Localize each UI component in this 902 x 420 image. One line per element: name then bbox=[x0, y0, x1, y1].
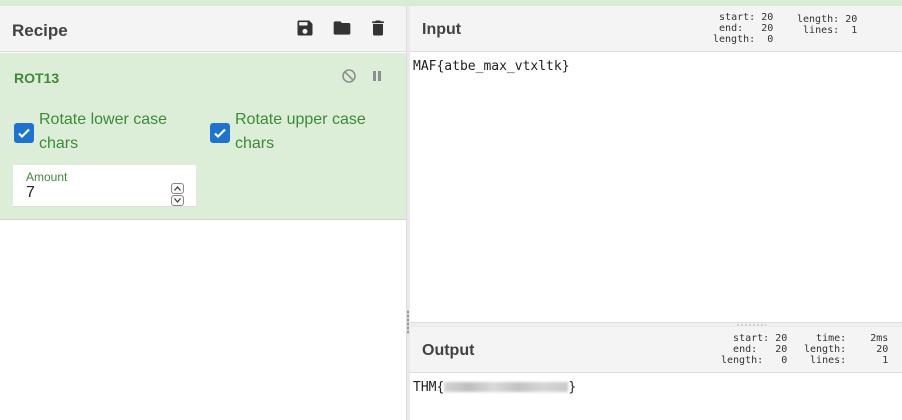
amount-label: Amount bbox=[26, 170, 68, 184]
rotate-lower-label[interactable]: Rotate lower case chars bbox=[39, 108, 189, 156]
input-header: Input start: 20 end: 20 length: 0 length… bbox=[410, 6, 902, 52]
rotate-lower-checkbox[interactable] bbox=[14, 123, 34, 143]
output-redacted-region bbox=[444, 382, 569, 392]
amount-increment-button[interactable] bbox=[171, 183, 184, 194]
input-end-value: 20 bbox=[761, 23, 774, 34]
output-length-stats: time: 2ms length: 20 lines: 1 bbox=[804, 333, 888, 366]
output-text[interactable]: THM{} bbox=[413, 380, 576, 395]
input-sel-length-value: 0 bbox=[767, 34, 774, 45]
amount-input[interactable] bbox=[26, 184, 166, 202]
output-end-label: end: bbox=[733, 344, 758, 355]
output-length-label: length: bbox=[804, 344, 847, 355]
output-title: Output bbox=[422, 342, 475, 359]
input-lines-value: 1 bbox=[851, 25, 858, 36]
rotate-upper-label[interactable]: Rotate upper case chars bbox=[235, 108, 385, 156]
output-start-value: 20 bbox=[775, 333, 788, 344]
disable-icon[interactable] bbox=[341, 68, 357, 84]
output-length-value: 20 bbox=[876, 344, 889, 355]
output-text-prefix: THM{ bbox=[413, 380, 445, 395]
input-length-value: 20 bbox=[845, 14, 858, 25]
input-lines-label: lines: bbox=[803, 25, 840, 36]
recipe-panel: Recipe ROT13 Rotate lower case chars Rot… bbox=[0, 6, 406, 420]
amount-field[interactable]: Amount bbox=[13, 165, 196, 207]
output-textarea[interactable]: THM{} bbox=[410, 374, 902, 420]
operation-rot13[interactable]: ROT13 Rotate lower case chars Rotate upp… bbox=[0, 53, 406, 220]
output-start-label: start: bbox=[733, 333, 770, 344]
input-text[interactable]: MAF{atbe_max_vtxltk} bbox=[413, 59, 570, 74]
input-title: Input bbox=[422, 21, 462, 38]
input-start-value: 20 bbox=[761, 12, 774, 23]
input-selection-stats: start: 20 end: 20 length: 0 bbox=[713, 12, 773, 45]
output-sel-length-value: 0 bbox=[781, 355, 788, 366]
input-sel-length-label: length: bbox=[713, 34, 756, 45]
io-grip bbox=[736, 324, 766, 326]
input-textarea[interactable]: MAF{atbe_max_vtxltk} bbox=[410, 53, 902, 322]
output-lines-label: lines: bbox=[810, 355, 847, 366]
amount-decrement-button[interactable] bbox=[171, 195, 184, 206]
recipe-header: Recipe bbox=[0, 6, 406, 52]
recipe-title: Recipe bbox=[12, 21, 68, 40]
input-end-label: end: bbox=[719, 23, 744, 34]
output-end-value: 20 bbox=[775, 344, 788, 355]
column-grip bbox=[407, 310, 409, 334]
pause-icon[interactable] bbox=[369, 68, 385, 84]
save-icon[interactable] bbox=[294, 17, 316, 39]
operation-name: ROT13 bbox=[14, 70, 60, 86]
output-header: Output start: 20 end: 20 length: 0 time:… bbox=[410, 327, 902, 373]
output-sel-length-label: length: bbox=[721, 355, 764, 366]
output-time-label: time: bbox=[816, 333, 847, 344]
output-selection-stats: start: 20 end: 20 length: 0 bbox=[721, 333, 787, 366]
input-length-stats: length: 20 lines: 1 bbox=[797, 14, 857, 36]
output-text-suffix: } bbox=[568, 380, 577, 395]
output-time-value: 2ms bbox=[870, 333, 889, 344]
trash-icon[interactable] bbox=[367, 17, 389, 39]
rotate-upper-checkbox[interactable] bbox=[210, 123, 230, 143]
input-start-label: start: bbox=[719, 12, 756, 23]
output-lines-value: 1 bbox=[882, 355, 889, 366]
folder-open-icon[interactable] bbox=[331, 17, 353, 39]
input-length-label: length: bbox=[797, 14, 840, 25]
